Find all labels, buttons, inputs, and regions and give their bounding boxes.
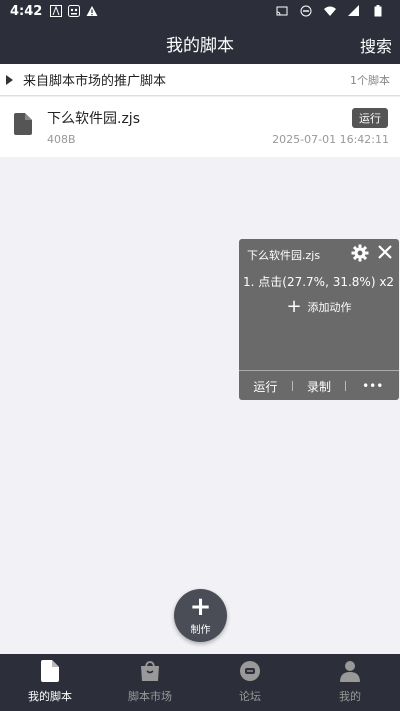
file-icon [41,660,59,682]
cast-icon [276,6,288,16]
fab-label: 制作 [190,625,211,636]
plus-icon: + [189,592,212,622]
section-count: 1个脚本 [350,73,390,87]
app-header: 我的脚本 搜索 [0,22,400,64]
file-icon [14,113,32,135]
nav-label: 脚本市场 [128,690,172,703]
run-button[interactable]: 运行 [352,108,388,128]
floating-recorder-panel[interactable]: 下么软件园.zjs 1. 点击(27.7%, 31.8%) x2 + 添加动作 … [239,239,399,400]
expand-caret-icon[interactable] [6,74,13,85]
signal-icon [348,5,359,16]
nav-item-forum[interactable]: 论坛 [200,654,300,711]
add-action-label: 添加动作 [307,301,352,314]
plus-icon: + [286,296,302,317]
nav-item-market[interactable]: 脚本市场 [100,654,200,711]
person-icon [340,661,360,682]
panel-record-button[interactable]: 录制 [293,378,346,395]
status-time: 4:42 [10,3,43,19]
chat-icon [240,661,260,681]
script-date: 2025-07-01 16:42:11 [272,133,389,146]
panel-run-button[interactable]: 运行 [239,378,292,395]
create-fab-button[interactable]: + 制作 [174,589,227,642]
promoted-section-header[interactable]: 来自脚本市场的推广脚本 1个脚本 [0,64,400,96]
bag-icon [141,661,159,681]
warning-icon [86,6,98,16]
status-bar: 4:42 [0,0,400,22]
panel-divider [239,370,399,371]
bottom-navigation: 我的脚本 脚本市场 论坛 我的 [0,654,400,711]
nav-item-my-scripts[interactable]: 我的脚本 [0,654,100,711]
close-icon[interactable] [377,244,393,260]
panel-footer: 运行 录制 ••• [239,375,399,397]
gear-icon[interactable] [351,244,369,262]
nav-item-profile[interactable]: 我的 [300,654,400,711]
nav-label: 我的脚本 [28,690,72,703]
add-action-button[interactable]: + 添加动作 [239,298,399,316]
dnd-icon [300,5,312,17]
nav-label: 我的 [339,690,361,703]
page-title: 我的脚本 [166,35,234,56]
notification-robot-icon [68,5,81,17]
action-item[interactable]: 1. 点击(27.7%, 31.8%) x2 [243,273,394,290]
section-title: 来自脚本市场的推广脚本 [23,74,167,89]
battery-icon [374,5,382,17]
wifi-icon [324,6,336,16]
more-icon[interactable]: ••• [346,379,399,393]
nav-label: 论坛 [239,690,261,703]
script-name: 下么软件园.zjs [47,111,140,127]
panel-title: 下么软件园.zjs [247,249,321,262]
search-button[interactable]: 搜索 [360,33,392,57]
notification-a-icon [50,5,63,17]
script-size: 408B [47,133,76,146]
script-list-item[interactable]: 下么软件园.zjs 408B 运行 2025-07-01 16:42:11 [0,97,400,157]
